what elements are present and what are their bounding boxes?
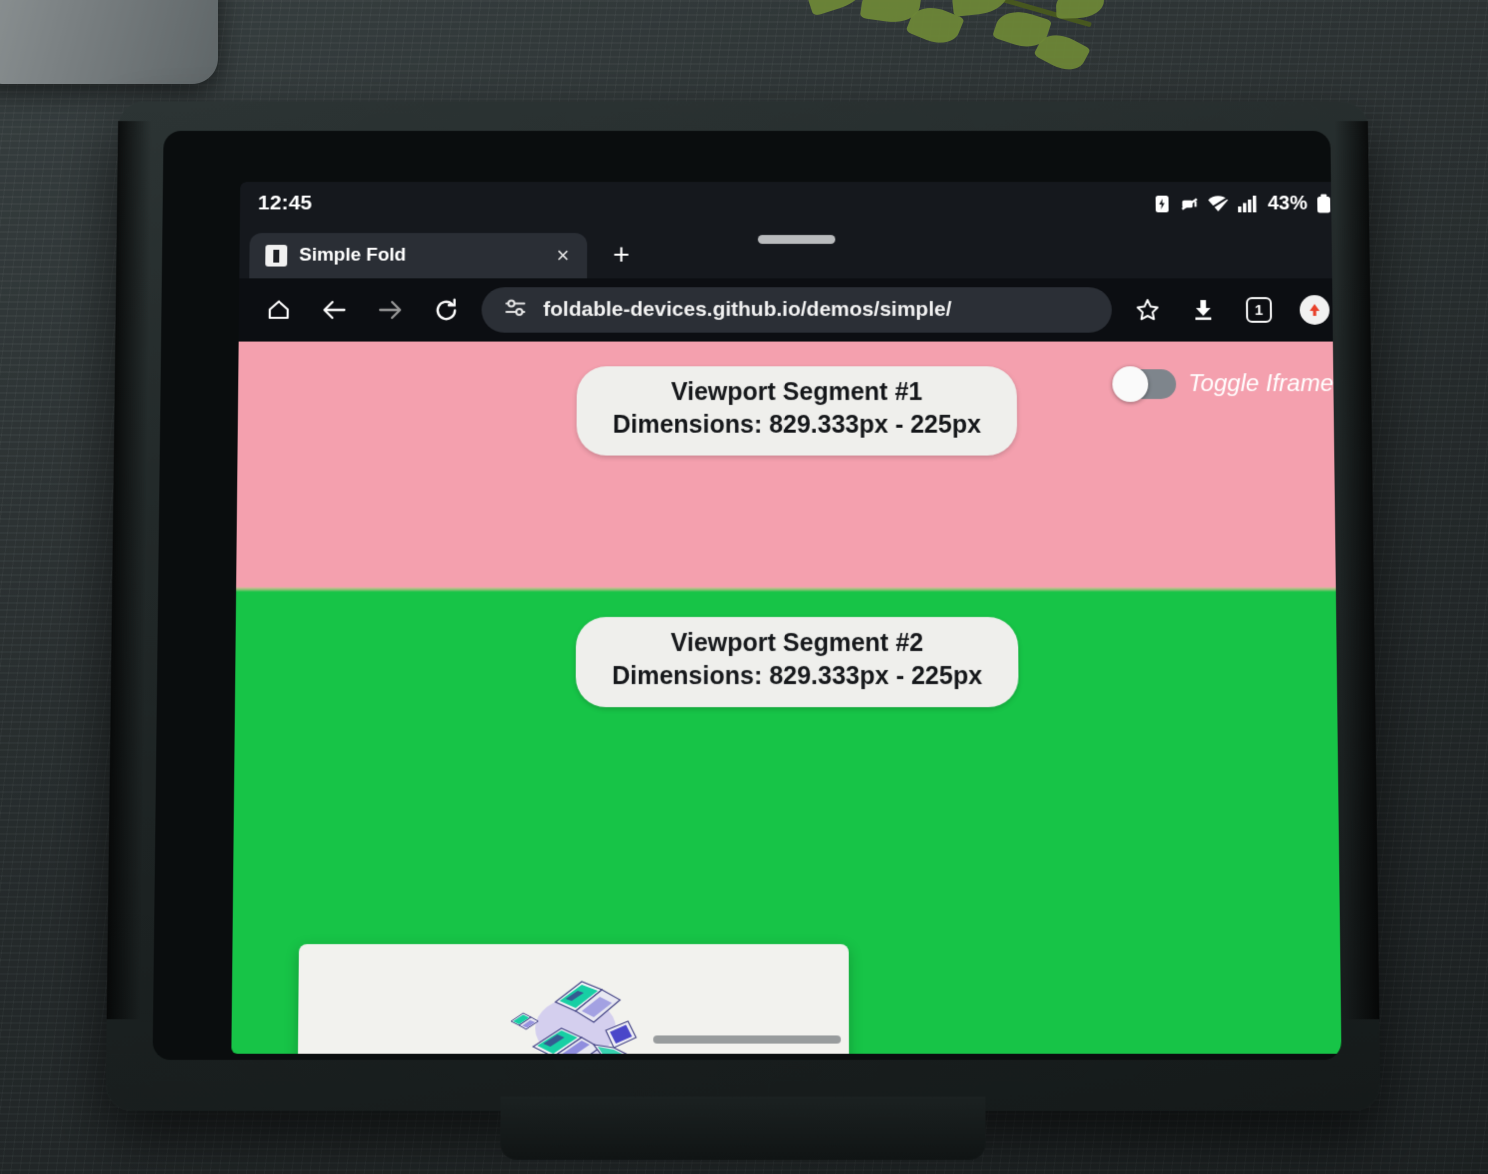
toggle-knob [1112, 366, 1149, 402]
tune-icon[interactable] [503, 297, 527, 324]
foldable-device: 12:45 43% Simple Fold × + foldable-devic… [105, 101, 1381, 1160]
wifi-icon [1207, 194, 1229, 213]
cellular-signal-icon [1237, 195, 1258, 213]
left-edge-shadow [106, 121, 152, 1020]
segment-1-title: Viewport Segment #1 [671, 378, 923, 406]
device-hinge-foot [500, 1096, 986, 1160]
download-icon [1190, 297, 1216, 323]
photo-scene: 12:45 43% Simple Fold × + foldable-devic… [0, 0, 1488, 1174]
toggle-iframe-label: Toggle Iframe [1188, 370, 1334, 397]
toggle-iframe-control[interactable]: Toggle Iframe [1112, 366, 1334, 402]
device-screen: 12:45 43% Simple Fold × + foldable-devic… [231, 181, 1342, 1054]
battery-icon [1316, 194, 1331, 214]
tab-title: Simple Fold [299, 244, 407, 266]
status-clock: 12:45 [257, 191, 313, 215]
device-bezel: 12:45 43% Simple Fold × + foldable-devic… [152, 130, 1342, 1060]
download-button[interactable] [1175, 282, 1231, 337]
segment-2-info: Viewport Segment #2 Dimensions: 829.333p… [575, 616, 1019, 708]
reload-icon [432, 297, 459, 324]
toolbar-right-actions: 1 [1120, 282, 1342, 337]
home-button[interactable] [251, 282, 307, 337]
tab-switcher-button[interactable]: 1 [1231, 282, 1287, 337]
new-tab-button[interactable]: + [613, 240, 630, 272]
browser-tab[interactable]: Simple Fold × [249, 233, 588, 279]
home-icon [266, 297, 292, 323]
tab-count-badge: 1 [1245, 297, 1273, 323]
reload-button[interactable] [418, 282, 474, 337]
segment-2-dimensions: Dimensions: 829.333px - 225px [611, 661, 983, 690]
toggle-iframe-switch[interactable] [1112, 366, 1177, 402]
profile-update-icon [1299, 295, 1330, 325]
status-icons: 43% [1154, 192, 1332, 215]
battery-saver-icon [1154, 194, 1171, 214]
viewport-segment-2: Viewport Segment #2 Dimensions: 829.333p… [231, 592, 1342, 1054]
segment-2-title: Viewport Segment #2 [670, 628, 924, 658]
android-status-bar: 12:45 43% [239, 181, 1342, 226]
vibrate-off-icon [1179, 194, 1198, 213]
close-tab-icon[interactable]: × [552, 243, 573, 268]
menu-button[interactable] [1286, 282, 1341, 337]
bookmark-button[interactable] [1120, 282, 1176, 337]
forward-button[interactable] [362, 282, 418, 337]
viewport-segment-1: Viewport Segment #1 Dimensions: 829.333p… [236, 341, 1342, 588]
url-text[interactable]: foldable-devices.github.io/demos/simple/ [543, 298, 951, 322]
forward-arrow-icon [376, 297, 404, 323]
grey-cup [0, 0, 218, 84]
simple-fold-favicon [265, 244, 288, 267]
edge-scroll-handle[interactable] [1340, 444, 1342, 503]
back-button[interactable] [306, 282, 362, 337]
omnibox[interactable]: foldable-devices.github.io/demos/simple/ [481, 287, 1112, 333]
android-gesture-bar[interactable] [653, 1035, 841, 1044]
tab-strip: Simple Fold × + [239, 225, 1342, 279]
right-edge-shadow [1334, 121, 1380, 1020]
segment-1-dimensions: Dimensions: 829.333px - 225px [612, 410, 982, 439]
segment-1-info: Viewport Segment #1 Dimensions: 829.333p… [576, 366, 1018, 456]
web-page-content: Viewport Segment #1 Dimensions: 829.333p… [231, 341, 1342, 1054]
battery-percent-label: 43% [1267, 192, 1308, 214]
browser-toolbar: foldable-devices.github.io/demos/simple/ [238, 278, 1342, 342]
plant-leaves [801, 0, 1136, 90]
back-arrow-icon [320, 297, 348, 323]
tab-strip-drag-handle[interactable] [757, 235, 836, 244]
star-icon [1135, 297, 1161, 323]
